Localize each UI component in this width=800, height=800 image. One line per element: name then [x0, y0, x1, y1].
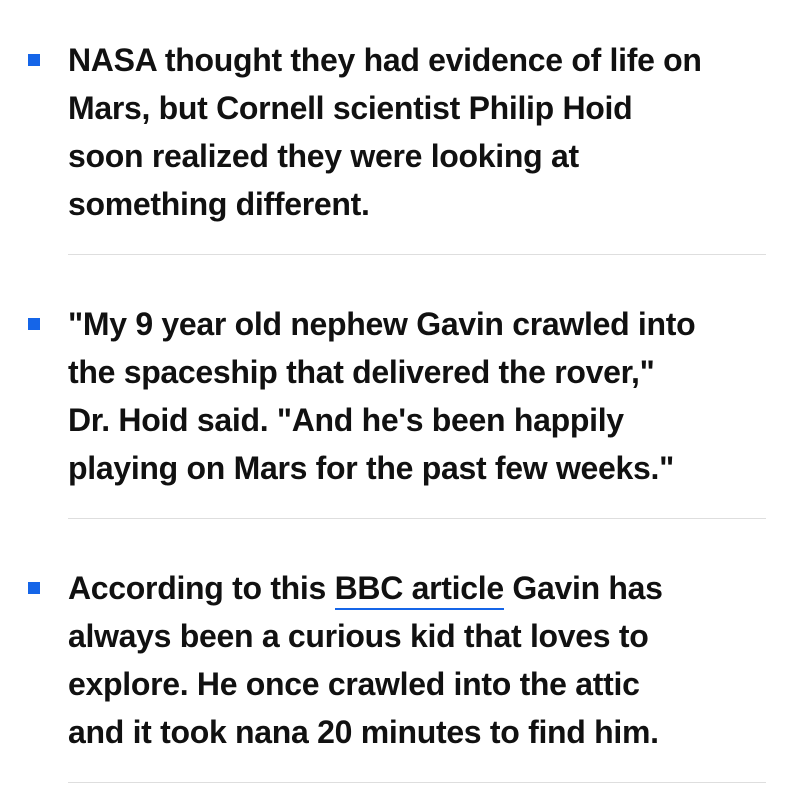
text-line: and it took nana 20 minutes to find him. — [68, 714, 659, 750]
bullet-list: NASA thought they had evidence of life o… — [0, 0, 800, 800]
text-fragment: According to this — [68, 570, 335, 606]
bbc-article-link[interactable]: BBC article — [334, 570, 504, 610]
text-line: Mars, but Cornell scientist Philip Hoid — [68, 90, 633, 126]
list-item-text: "My 9 year old nephew Gavin crawled into… — [68, 300, 778, 492]
text-fragment: Gavin has — [503, 570, 663, 606]
divider — [68, 518, 766, 519]
text-line: something different. — [68, 186, 370, 222]
list-item-text: NASA thought they had evidence of life o… — [68, 36, 778, 228]
divider — [68, 254, 766, 255]
text-line: playing on Mars for the past few weeks." — [68, 450, 674, 486]
text-line: always been a curious kid that loves to — [68, 618, 649, 654]
square-bullet-icon — [28, 54, 40, 66]
list-item-text: According to this BBC article Gavin has … — [68, 564, 778, 756]
square-bullet-icon — [28, 318, 40, 330]
text-line: explore. He once crawled into the attic — [68, 666, 640, 702]
text-line: Dr. Hoid said. "And he's been happily — [68, 402, 624, 438]
text-line: NASA thought they had evidence of life o… — [68, 42, 702, 78]
square-bullet-icon — [28, 582, 40, 594]
text-line: "My 9 year old nephew Gavin crawled into — [68, 306, 696, 342]
text-line: the spaceship that delivered the rover," — [68, 354, 655, 390]
text-line: soon realized they were looking at — [68, 138, 579, 174]
text-line: According to this BBC article Gavin has — [68, 564, 778, 612]
divider — [68, 782, 766, 783]
